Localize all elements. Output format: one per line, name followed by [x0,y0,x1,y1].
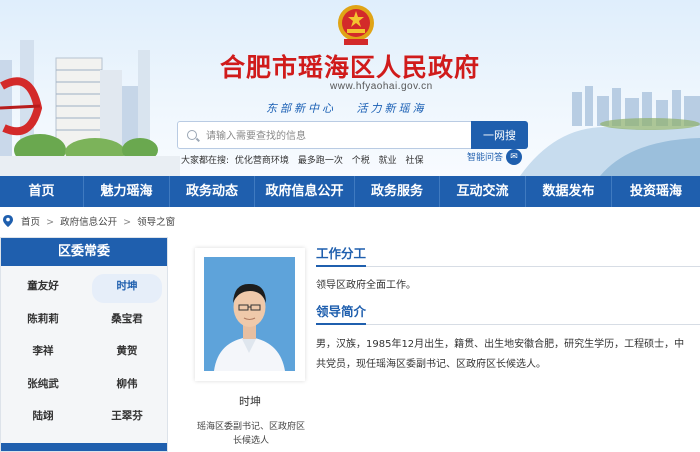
bio-text: 男，汉族，1985年12月出生，籍贯、出生地安徽合肥，研究生学历，工程硕士，中共… [316,339,685,370]
nav-item-invest-yaohai[interactable]: 投资瑶海 [612,176,700,207]
hot-term-link[interactable]: 最多跑一次 [298,156,343,166]
breadcrumb-home[interactable]: 首页 [21,217,40,228]
leader-sidebar: 区委常委 童友好 时坤 陈莉莉 桑宝君 李祥 黄贺 张纯武 柳伟 陆翊 王翠芬 [0,237,168,452]
hot-term-link[interactable]: 个税 [352,156,370,166]
site-title: 合肥市瑶海区人民政府 [219,53,480,82]
hot-term-link[interactable]: 就业 [379,156,397,166]
nav-item-interaction[interactable]: 互动交流 [440,176,526,207]
bio-heading: 领导简介 [316,304,367,325]
nav-item-government-service[interactable]: 政务服务 [355,176,440,207]
leader-list: 童友好 时坤 陈莉莉 桑宝君 李祥 黄贺 张纯武 柳伟 陆翊 王翠芬 [1,272,167,435]
duty-text: 领导区政府全面工作。 [316,280,416,291]
search-box [177,121,500,149]
smart-qa-link[interactable]: 智能问答 [467,150,503,163]
leader-portrait [204,257,295,371]
leader-name: 时坤 [239,395,261,408]
hot-term-link[interactable]: 优化营商环境 [235,156,289,166]
search-icon [187,130,197,140]
nav-item-home[interactable]: 首页 [0,176,84,207]
search-input[interactable] [204,126,468,146]
leader-item[interactable]: 李祥 [8,339,78,368]
leader-item[interactable]: 童友好 [8,274,78,303]
leader-item[interactable]: 陈莉莉 [8,307,78,336]
nav-item-government-news[interactable]: 政务动态 [170,176,255,207]
nav-item-info-disclosure[interactable]: 政府信息公开 [255,176,355,207]
search-button[interactable]: 一网搜 [471,121,528,149]
breadcrumb-separator: > [123,217,132,228]
duty-section-header: 工作分工 [316,246,700,267]
leader-item[interactable]: 柳伟 [92,372,162,401]
header-banner: 合肥市瑶海区人民政府 www.hfyaohai.gov.cn 东部新中心 活力新… [0,0,700,176]
sidebar-heading: 区委常委 [1,238,167,266]
main-nav: 首页 魅力瑶海 政务动态 政府信息公开 政务服务 互动交流 数据发布 投资瑶海 [0,176,700,207]
site-slogan: 东部新中心 活力新瑶海 [266,100,441,116]
breadcrumb: 首页 > 政府信息公开 > 领导之窗 [0,214,175,232]
site-url: www.hfyaohai.gov.cn [330,81,433,92]
hot-search-label: 大家都在搜: [181,156,230,166]
leader-item[interactable]: 桑宝君 [92,307,162,336]
leader-photo-card [195,248,305,381]
leader-item[interactable]: 陆翊 [8,404,78,433]
bio-section-header: 领导简介 [316,304,700,325]
duty-heading: 工作分工 [316,246,367,267]
leader-title: 瑶海区委副书记、区政府区长候选人 [196,422,305,446]
slogan-part: 活力新瑶海 [356,102,427,115]
leader-item[interactable]: 王翠芬 [92,404,162,433]
leader-item[interactable]: 黄贺 [92,339,162,368]
breadcrumb-current: 领导之窗 [137,217,176,228]
nav-item-charm-yaohai[interactable]: 魅力瑶海 [84,176,170,207]
leader-item-active[interactable]: 时坤 [92,274,162,303]
slogan-part: 东部新中心 [266,102,336,115]
breadcrumb-separator: > [46,217,55,228]
portrait-illustration [204,257,295,371]
location-pin-icon [3,215,13,227]
nav-item-data-release[interactable]: 数据发布 [526,176,612,207]
breadcrumb-info-disclosure[interactable]: 政府信息公开 [60,217,117,228]
hot-term-link[interactable]: 社保 [405,156,423,166]
sidebar-next-section-bar [1,443,167,451]
national-emblem-icon [338,5,374,45]
leader-item[interactable]: 张纯武 [8,372,78,401]
robot-assistant-icon[interactable]: ✉ [506,149,522,165]
hot-search-terms: 大家都在搜: 优化营商环境 最多跑一次 个税 就业 社保 [181,153,430,166]
